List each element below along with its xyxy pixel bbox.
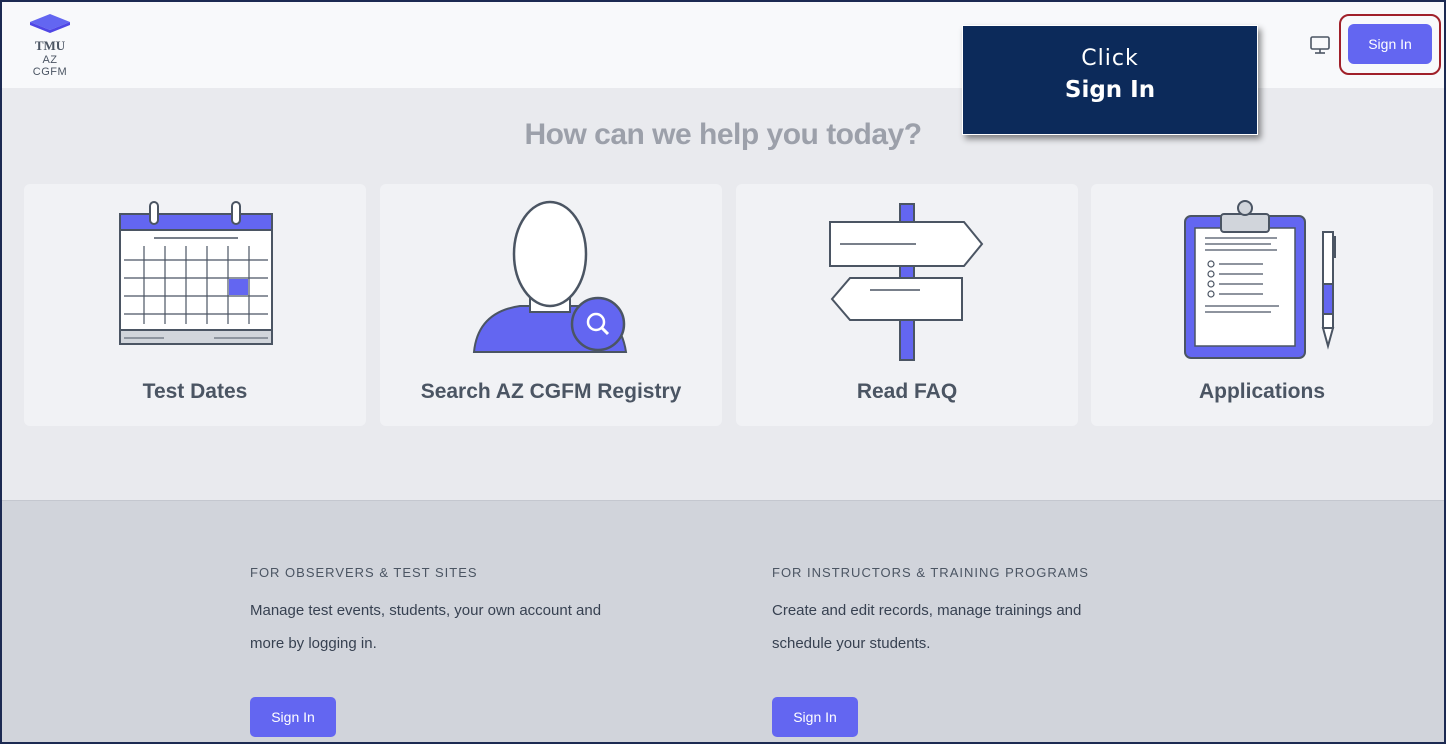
observers-line1: Manage test events, students, your own a… [250,602,602,619]
monitor-icon[interactable] [1309,34,1331,56]
card-applications[interactable]: Applications [1091,184,1433,426]
graduation-cap-icon [30,14,70,33]
instructors-line2: schedule your students. [772,635,931,652]
logo-line1: TMU [34,38,66,53]
instruction-callout: Click Sign In [962,25,1258,135]
observers-line2: more by logging in. [250,635,377,652]
calendar-icon [119,201,273,345]
clipboard-icon [1184,200,1336,359]
person-search-icon [472,200,628,353]
callout-line1: Click [1081,46,1139,71]
instructors-sign-in-button[interactable]: Sign In [772,697,858,737]
logo-line2: AZ CGFM [32,54,68,78]
app-window: TMU AZ CGFM Sign In Click Sign In How ca… [0,0,1446,744]
callout-line2: Sign In [1064,77,1156,103]
card-read-faq[interactable]: Read FAQ [736,184,1078,426]
observers-heading: FOR OBSERVERS & TEST SITES [250,565,478,580]
card-label: Test Dates [142,380,248,403]
observers-description: Manage test events, students, your own a… [250,594,730,660]
card-label: Search AZ CGFM Registry [420,380,682,403]
hero-section: How can we help you today? Test Dates Se… [2,88,1444,500]
observers-sign-in-button[interactable]: Sign In [250,697,336,737]
signpost-icon [829,203,984,361]
instructors-line1: Create and edit records, manage training… [772,602,1082,619]
footer-section: FOR OBSERVERS & TEST SITES Manage test e… [2,500,1444,742]
instructors-heading: FOR INSTRUCTORS & TRAINING PROGRAMS [772,565,1089,580]
card-label: Read FAQ [856,380,958,403]
instructors-description: Create and edit records, manage training… [772,594,1252,660]
highlight-box [1339,14,1441,75]
card-search-registry[interactable]: Search AZ CGFM Registry [380,184,722,426]
logo[interactable]: TMU AZ CGFM [24,12,76,78]
card-test-dates[interactable]: Test Dates [24,184,366,426]
instructors-column: FOR INSTRUCTORS & TRAINING PROGRAMS Crea… [772,565,1252,737]
observers-column: FOR OBSERVERS & TEST SITES Manage test e… [250,565,730,737]
card-label: Applications [1198,380,1325,403]
